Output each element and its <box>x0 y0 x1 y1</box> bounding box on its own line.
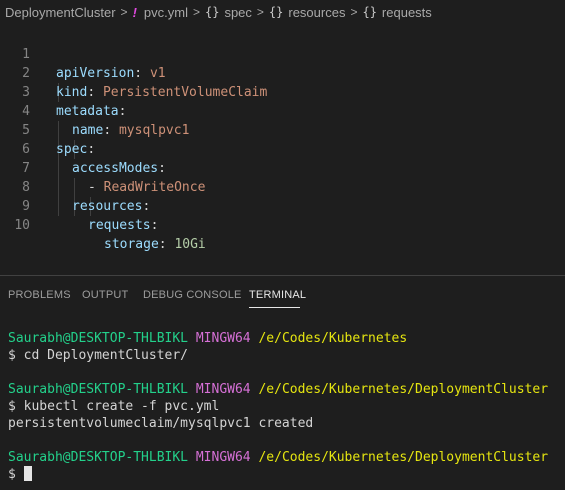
terminal-env: MINGW64 <box>195 382 251 397</box>
tab-terminal[interactable]: TERMINAL <box>249 289 306 301</box>
code-line[interactable]: 9 requests: <box>0 178 565 233</box>
line-number: 10 <box>14 218 30 233</box>
breadcrumb-symbol-requests[interactable]: requests <box>382 5 432 20</box>
yaml-key: requests <box>88 218 151 233</box>
terminal-env: MINGW64 <box>195 331 251 346</box>
yaml-colon: : <box>158 237 175 252</box>
tab-debug-console[interactable]: DEBUG CONSOLE <box>143 289 242 301</box>
object-symbol-icon: {} <box>268 5 284 19</box>
breadcrumb-file[interactable]: pvc.yml <box>144 5 188 20</box>
terminal-input-line[interactable]: $ <box>8 466 32 483</box>
terminal-prompt: Saurabh@DESKTOP-THLBIKL MINGW64 /e/Codes… <box>8 381 548 398</box>
code-line[interactable]: 6 accessModes: <box>0 121 565 176</box>
terminal-path: /e/Codes/Kubernetes/DeploymentCluster <box>258 450 549 465</box>
terminal-output: persistentvolumeclaim/mysqlpvc1 created <box>8 416 314 431</box>
panel-tabs: PROBLEMS OUTPUT DEBUG CONSOLE TERMINAL <box>0 276 565 310</box>
code-editor[interactable]: 1 apiVersion: v1 2 kind: PersistentVolum… <box>0 24 565 274</box>
object-symbol-icon: {} <box>204 5 220 19</box>
terminal-env: MINGW64 <box>195 450 251 465</box>
code-line[interactable]: 7 - ReadWriteOnce <box>0 140 565 195</box>
code-line[interactable]: 2 kind: PersistentVolumeClaim <box>0 45 565 100</box>
yaml-colon: : <box>150 218 159 233</box>
breadcrumb: DeploymentCluster > ! pvc.yml > {} spec … <box>0 0 565 24</box>
terminal-command: $ cd DeploymentCluster/ <box>8 348 189 363</box>
terminal-path: /e/Codes/Kubernetes/DeploymentCluster <box>258 382 549 397</box>
terminal-command: $ kubectl create -f pvc.yml <box>8 399 220 414</box>
active-tab-indicator <box>249 307 300 308</box>
terminal-user: Saurabh@DESKTOP-THLBIKL <box>8 450 189 465</box>
chevron-right-icon: > <box>256 5 264 19</box>
chevron-right-icon: > <box>350 5 358 19</box>
breadcrumb-symbol-resources[interactable]: resources <box>288 5 345 20</box>
terminal-cursor <box>23 466 32 481</box>
code-line[interactable]: 1 apiVersion: v1 <box>0 26 565 81</box>
code-line[interactable]: 5 spec: <box>0 102 565 157</box>
tab-problems[interactable]: PROBLEMS <box>8 289 71 301</box>
breadcrumb-symbol-spec[interactable]: spec <box>224 5 251 20</box>
tab-output[interactable]: OUTPUT <box>82 289 128 301</box>
terminal[interactable]: Saurabh@DESKTOP-THLBIKL MINGW64 /e/Codes… <box>0 310 565 490</box>
yaml-value: 10Gi <box>174 237 206 252</box>
chevron-right-icon: > <box>120 5 128 19</box>
code-line[interactable]: 3 metadata: <box>0 64 565 119</box>
code-line[interactable]: 10 storage: 10Gi <box>0 197 565 252</box>
code-line[interactable]: 4 name: mysqlpvc1 <box>0 83 565 138</box>
terminal-user: Saurabh@DESKTOP-THLBIKL <box>8 382 189 397</box>
breadcrumb-folder[interactable]: DeploymentCluster <box>5 5 116 20</box>
terminal-prompt: Saurabh@DESKTOP-THLBIKL MINGW64 /e/Codes… <box>8 449 548 466</box>
code-line[interactable]: 8 resources: <box>0 159 565 214</box>
terminal-path: /e/Codes/Kubernetes <box>258 331 408 346</box>
yaml-key: storage <box>104 237 159 252</box>
yaml-file-icon: ! <box>132 4 137 20</box>
terminal-prompt: Saurabh@DESKTOP-THLBIKL MINGW64 /e/Codes… <box>8 330 407 347</box>
chevron-right-icon: > <box>192 5 200 19</box>
terminal-user: Saurabh@DESKTOP-THLBIKL <box>8 331 189 346</box>
terminal-prompt-symbol: $ <box>8 467 16 482</box>
object-symbol-icon: {} <box>362 5 377 19</box>
